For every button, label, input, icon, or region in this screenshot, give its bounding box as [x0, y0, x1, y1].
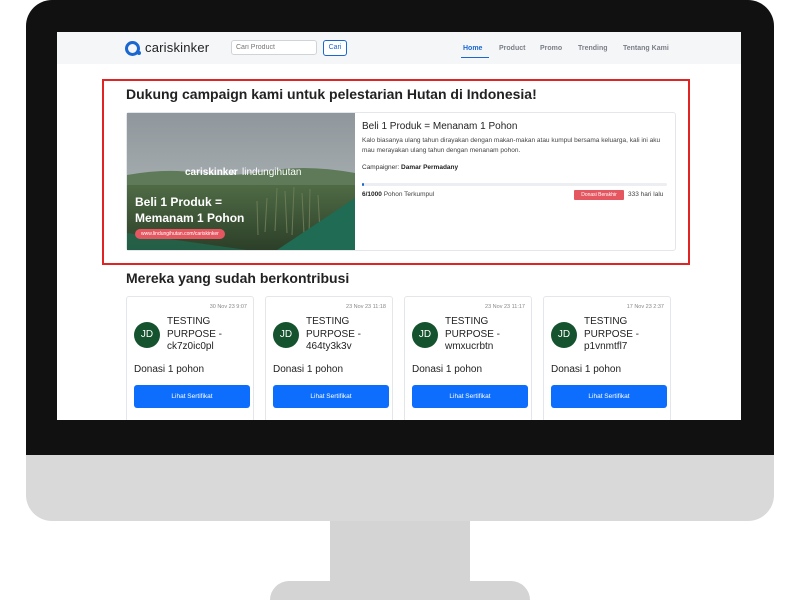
contributor-card: 23 Nov 23 11:17 JD TESTING PURPOSE - wmx…	[404, 296, 532, 420]
time-ago: 333 hari lalu	[628, 191, 664, 198]
avatar: JD	[412, 322, 438, 348]
campaign-progress-bar	[362, 183, 667, 186]
avatar: JD	[551, 322, 577, 348]
progress-suffix: Pohon Terkumpul	[383, 191, 435, 198]
contributor-name: TESTING PURPOSE - wmxucrbtn	[445, 316, 501, 352]
contributor-date: 30 Nov 23 9:07	[209, 304, 247, 310]
contributor-donation: Donasi 1 pohon	[551, 364, 622, 375]
banner-url-pill: www.lindungihutan.com/cariskinker	[135, 229, 225, 239]
banner-brand-left: cariskinker	[185, 167, 238, 178]
nav-product[interactable]: Product	[499, 45, 525, 52]
progress-count: 6/1000	[362, 191, 382, 198]
campaign-progress-fill	[362, 183, 364, 186]
contributor-card: 23 Nov 23 11:18 JD TESTING PURPOSE - 464…	[265, 296, 393, 420]
browser-viewport: cariskinker Cari Home Product Promo Tren…	[57, 32, 741, 420]
contributor-donation: Donasi 1 pohon	[134, 364, 205, 375]
status-badge: Donasi Berakhir	[574, 190, 624, 200]
campaign-description: Kalo biasanya ulang tahun dirayakan deng…	[362, 137, 661, 154]
view-certificate-button[interactable]: Lihat Sertifikat	[551, 385, 667, 408]
contributor-card: 30 Nov 23 9:07 JD TESTING PURPOSE - ck7z…	[126, 296, 254, 420]
banner-headline-line1: Beli 1 Produk =	[135, 195, 223, 209]
view-certificate-button[interactable]: Lihat Sertifikat	[134, 385, 250, 408]
contributors-heading: Mereka yang sudah berkontribusi	[126, 270, 350, 286]
contributor-date: 23 Nov 23 11:18	[346, 304, 386, 310]
progress-count-line: 6/1000 Pohon Terkumpul	[362, 191, 434, 198]
banner-brand-right: lindungihutan	[242, 167, 302, 178]
view-certificate-button[interactable]: Lihat Sertifikat	[412, 385, 528, 408]
campaign-heading: Dukung campaign kami untuk pelestarian H…	[126, 86, 537, 102]
contributor-donation: Donasi 1 pohon	[412, 364, 483, 375]
campaign-title[interactable]: Beli 1 Produk = Menanam 1 Pohon	[362, 121, 517, 132]
monitor-stand-base	[270, 581, 530, 600]
monitor-stand-neck	[330, 521, 470, 581]
contributor-date: 17 Nov 23 2:37	[626, 304, 664, 310]
contributor-name: TESTING PURPOSE - p1vnmtfl7	[584, 316, 640, 352]
campaign-card[interactable]: cariskinker x lindungihutan Beli 1 Produ…	[126, 112, 676, 251]
avatar: JD	[134, 322, 160, 348]
nav-tentang-kami[interactable]: Tentang Kami	[623, 45, 669, 52]
view-certificate-button[interactable]: Lihat Sertifikat	[273, 385, 389, 408]
banner-headline-line2: Memanam 1 Pohon	[135, 211, 245, 225]
nav-promo[interactable]: Promo	[540, 45, 562, 52]
nav-active-underline	[461, 57, 489, 58]
contributor-name: TESTING PURPOSE - ck7z0ic0pl	[167, 316, 223, 352]
navbar: cariskinker Cari Home Product Promo Tren…	[57, 32, 741, 64]
nav-trending[interactable]: Trending	[578, 45, 608, 52]
search-button[interactable]: Cari	[323, 40, 347, 56]
campaign-banner-image: cariskinker x lindungihutan Beli 1 Produ…	[127, 113, 355, 250]
contributor-name: TESTING PURPOSE - 464ty3k3v	[306, 316, 362, 352]
contributor-donation: Donasi 1 pohon	[273, 364, 344, 375]
campaigner-line: Campaigner: Damar Permadany	[362, 164, 458, 171]
nav-home[interactable]: Home	[463, 45, 482, 52]
monitor-chin	[26, 455, 774, 521]
brand-name[interactable]: cariskinker	[145, 40, 209, 55]
campaigner-label: Campaigner:	[362, 164, 400, 171]
brand-logo-dot-icon	[137, 51, 141, 55]
search-input[interactable]	[231, 40, 317, 55]
campaigner-name: Damar Permadany	[401, 164, 459, 171]
contributor-card: 17 Nov 23 2:37 JD TESTING PURPOSE - p1vn…	[543, 296, 671, 420]
avatar: JD	[273, 322, 299, 348]
contributor-date: 23 Nov 23 11:17	[485, 304, 525, 310]
banner-brand-separator: x	[231, 167, 235, 176]
